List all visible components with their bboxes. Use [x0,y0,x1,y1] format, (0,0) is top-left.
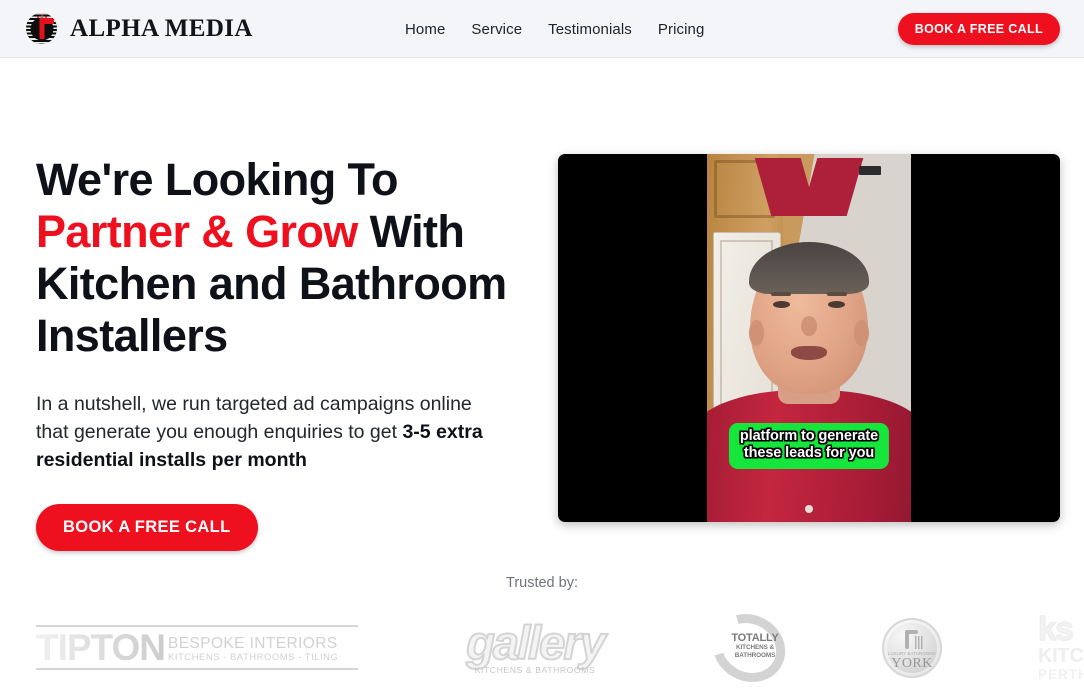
ks-wordmark: KITCH [1038,645,1084,667]
hero-video-player[interactable]: platform to generate these leads for you [558,154,1060,522]
york-wordmark: YORK [891,655,933,671]
alpha-media-hammer-icon [26,13,57,44]
tipton-tagline-1: BESPOKE INTERIORS [168,635,338,652]
gallery-tagline: KITCHENS & BATHROOMS [474,665,596,675]
video-caption-overlay: platform to generate these leads for you [728,423,890,469]
hero-copy: We're Looking To Partner & Grow With Kit… [36,150,548,551]
totally-tagline-1: KITCHENS & [735,643,775,651]
headline-line-3: Kitchen and Bathroom [36,258,507,309]
hero-subheading: In a nutshell, we run targeted ad campai… [36,390,491,474]
client-logo-ks-kitchens-perth: ks KITCH PERTH [1037,610,1084,682]
client-logo-gallery: gallery KITCHENS & BATHROOMS [454,616,616,675]
client-logo-tipton: TIPTON BESPOKE INTERIORS KITCHENS - BATH… [36,625,358,670]
header-book-a-free-call-button[interactable]: BOOK A FREE CALL [897,13,1060,45]
client-logo-totally: TOTALLY KITCHENS & BATHROOMS [700,600,798,695]
totally-tagline-2: BATHROOMS [734,651,776,659]
tipton-tagline-2: KITCHENS - BATHROOMS - TILING [168,652,339,663]
page-title: We're Looking To Partner & Grow With Kit… [36,154,548,362]
video-caption-line-1: platform to generate [739,428,879,444]
headline-line-4: Installers [36,310,228,361]
gallery-wordmark: gallery [465,616,607,669]
ks-location: PERTH [1038,667,1084,682]
site-header: ALPHA MEDIA Home Service Testimonials Pr… [0,0,1084,58]
nav-item-testimonials[interactable]: Testimonials [548,21,632,38]
trusted-by-section: Trusted by: TIPTON BESPOKE INTERIORS KIT… [0,575,1084,695]
client-logo-strip: TIPTON BESPOKE INTERIORS KITCHENS - BATH… [0,600,1084,695]
ks-monogram: ks [1037,610,1074,647]
brand-name: ALPHA MEDIA [70,14,253,42]
totally-wordmark: TOTALLY [731,631,779,644]
brand-logo[interactable]: ALPHA MEDIA [26,13,253,44]
headline-accent: Partner & Grow [36,206,358,257]
nav-item-home[interactable]: Home [405,21,445,38]
hero-section: We're Looking To Partner & Grow With Kit… [0,58,1084,551]
client-logo-york: LUXURY BATHROOMS YORK [882,617,942,678]
nav-item-pricing[interactable]: Pricing [658,21,705,38]
headline-line-2-rest: With [357,206,465,257]
hero-book-a-free-call-button[interactable]: BOOK A FREE CALL [36,504,258,551]
tap-shower-icon [902,629,923,651]
headline-line-1: We're Looking To [36,154,399,205]
main-navigation: Home Service Testimonials Pricing [405,0,704,58]
video-caption-line-2: these leads for you [743,445,875,461]
trusted-by-label: Trusted by: [506,575,578,591]
nav-item-service[interactable]: Service [471,21,522,38]
tipton-wordmark: TIPTON [36,627,166,668]
